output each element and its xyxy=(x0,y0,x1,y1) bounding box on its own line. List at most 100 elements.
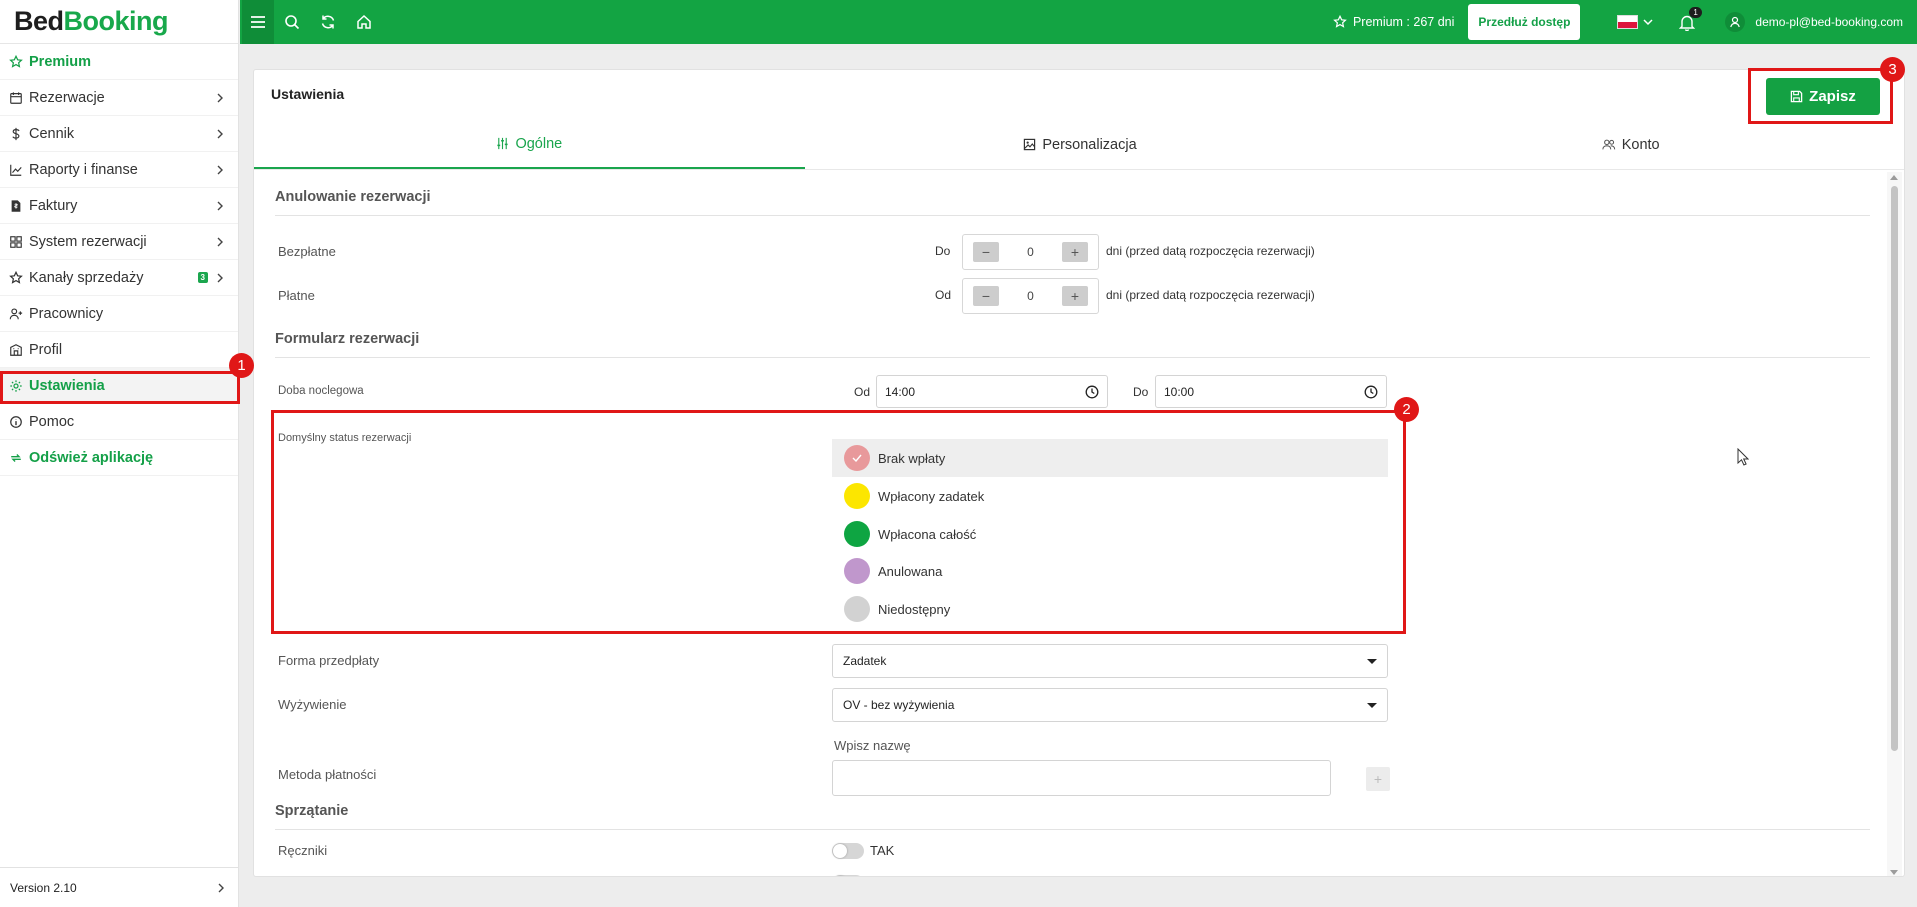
sidebar-item-faktury[interactable]: Faktury xyxy=(0,188,238,224)
content-scrollbar[interactable] xyxy=(1887,172,1902,876)
calendar-icon xyxy=(10,91,22,104)
annotation-number-3: 3 xyxy=(1880,57,1905,82)
tab-general[interactable]: Ogólne xyxy=(254,120,805,169)
sidebar-item-refresh[interactable]: Odśwież aplikację xyxy=(0,440,238,476)
dropdown-caret-icon xyxy=(1367,658,1377,664)
top-bar: Premium : 267 dni Przedłuż dostęp 1 demo… xyxy=(240,0,1917,44)
prepayment-label: Forma przedpłaty xyxy=(278,653,380,668)
home-button[interactable] xyxy=(346,0,382,44)
extend-access-button[interactable]: Przedłuż dostęp xyxy=(1468,4,1581,40)
notifications-button[interactable]: 1 xyxy=(1679,6,1702,31)
sidebar-item-label: Kanały sprzedaży xyxy=(29,269,144,286)
divider xyxy=(275,215,1870,216)
star-icon xyxy=(9,270,23,284)
sidebar-item-kanaly[interactable]: Kanały sprzedaży 3 xyxy=(0,260,238,296)
premium-days: Premium : 267 dni xyxy=(1352,15,1455,29)
free-days-stepper[interactable]: − 0 + xyxy=(962,234,1099,270)
sidebar-item-system-rezerwacji[interactable]: System rezerwacji xyxy=(0,224,238,260)
payment-method-label: Metoda płatności xyxy=(278,767,377,782)
chevron-right-icon xyxy=(217,273,223,282)
prepayment-select[interactable]: Zadatek xyxy=(832,644,1388,678)
sidebar-item-label: Rezerwacje xyxy=(29,89,105,106)
checkin-time-input[interactable]: 14:00 xyxy=(876,375,1108,408)
cancellation-heading: Anulowanie rezerwacji xyxy=(275,189,431,205)
sidebar-item-rezerwacje[interactable]: Rezerwacje xyxy=(0,80,238,116)
meal-value: OV - bez wyżywienia xyxy=(843,698,955,712)
chevron-right-icon xyxy=(217,165,223,174)
divider xyxy=(275,829,1870,830)
home-icon xyxy=(357,14,371,29)
building-icon xyxy=(10,343,22,356)
invoice-icon xyxy=(11,199,21,212)
hamburger-icon xyxy=(251,16,265,28)
decrement-button[interactable]: − xyxy=(973,242,999,262)
paid-suffix: dni (przed datą rozpoczęcia rezerwacji) xyxy=(1106,288,1315,302)
language-selector[interactable] xyxy=(1618,16,1653,28)
refresh-icon xyxy=(11,453,21,462)
app-logo[interactable]: Bed Booking xyxy=(0,0,238,44)
increment-button[interactable]: + xyxy=(1062,286,1088,306)
towels-label: Ręczniki xyxy=(278,843,328,858)
version-footer[interactable]: Version 2.10 xyxy=(0,867,239,907)
free-prefix: Do xyxy=(935,244,951,258)
next-toggle[interactable] xyxy=(832,875,864,876)
sidebar-item-cennik[interactable]: Cennik xyxy=(0,116,238,152)
towels-toggle[interactable] xyxy=(832,843,864,859)
count-badge: 3 xyxy=(197,272,208,283)
user-menu[interactable]: demo-pl@bed-booking.com xyxy=(1725,12,1903,32)
page-title: Ustawienia xyxy=(271,86,345,102)
checkout-time-input[interactable]: 10:00 xyxy=(1155,375,1387,408)
sidebar-item-pracownicy[interactable]: Pracownicy xyxy=(0,296,238,332)
sidebar-item-raporty[interactable]: Raporty i finanse xyxy=(0,152,238,188)
checkout-time-value: 10:00 xyxy=(1164,384,1195,399)
notification-count: 1 xyxy=(1689,6,1702,18)
refresh-icon xyxy=(321,15,335,29)
grid-icon xyxy=(10,235,22,248)
version-label: Version 2.10 xyxy=(10,880,77,895)
free-suffix: dni (przed datą rozpoczęcia rezerwacji) xyxy=(1106,244,1315,258)
user-icon xyxy=(1725,12,1746,32)
star-icon xyxy=(9,54,23,68)
chevron-right-icon xyxy=(217,93,223,102)
increment-button[interactable]: + xyxy=(1062,242,1088,262)
info-icon xyxy=(10,415,22,428)
tab-label: Personalizacja xyxy=(1042,136,1137,153)
scroll-down-arrow-icon[interactable] xyxy=(1890,870,1898,875)
meal-label: Wyżywienie xyxy=(278,697,347,712)
paid-days-stepper[interactable]: − 0 + xyxy=(962,278,1099,314)
clock-icon xyxy=(1085,385,1099,398)
sidebar-item-label: Faktury xyxy=(29,197,78,214)
users-icon xyxy=(9,307,23,319)
sidebar-item-profil[interactable]: Profil xyxy=(0,332,238,368)
sidebar-item-pomoc[interactable]: Pomoc xyxy=(0,404,238,440)
add-payment-method-button[interactable]: + xyxy=(1366,767,1390,791)
sidebar-item-label: Premium xyxy=(29,53,92,70)
decrement-button[interactable]: − xyxy=(973,286,999,306)
sidebar-item-label: Profil xyxy=(29,341,63,358)
checkin-time-value: 14:00 xyxy=(885,384,916,399)
night-label: Doba noclegowa xyxy=(278,385,364,397)
menu-toggle-button[interactable] xyxy=(242,0,274,44)
scroll-up-arrow-icon[interactable] xyxy=(1890,175,1898,180)
tab-personalization[interactable]: Personalizacja xyxy=(805,120,1356,169)
scrollbar-thumb[interactable] xyxy=(1891,186,1898,751)
sidebar-item-label: Cennik xyxy=(29,125,75,142)
user-email: demo-pl@bed-booking.com xyxy=(1755,15,1903,29)
meal-select[interactable]: OV - bez wyżywienia xyxy=(832,688,1388,722)
free-days-value: 0 xyxy=(1027,245,1034,259)
payment-method-input[interactable] xyxy=(832,760,1331,796)
premium-status: Premium : 267 dni xyxy=(1333,15,1454,29)
annotation-box-1 xyxy=(0,371,240,404)
settings-tabs: Ogólne Personalizacja Konto xyxy=(254,120,1904,170)
annotation-box-2 xyxy=(271,410,1406,634)
sidebar-item-label: Pracownicy xyxy=(29,305,104,322)
refresh-button[interactable] xyxy=(310,0,346,44)
tab-account[interactable]: Konto xyxy=(1355,120,1904,169)
sliders-icon xyxy=(497,137,509,150)
chevron-right-icon xyxy=(217,201,223,210)
sidebar-item-premium[interactable]: Premium xyxy=(0,44,238,80)
sidebar-item-label: Raporty i finanse xyxy=(29,161,138,178)
search-button[interactable] xyxy=(274,0,310,44)
poland-flag-icon xyxy=(1618,16,1638,28)
star-icon xyxy=(1333,15,1347,28)
